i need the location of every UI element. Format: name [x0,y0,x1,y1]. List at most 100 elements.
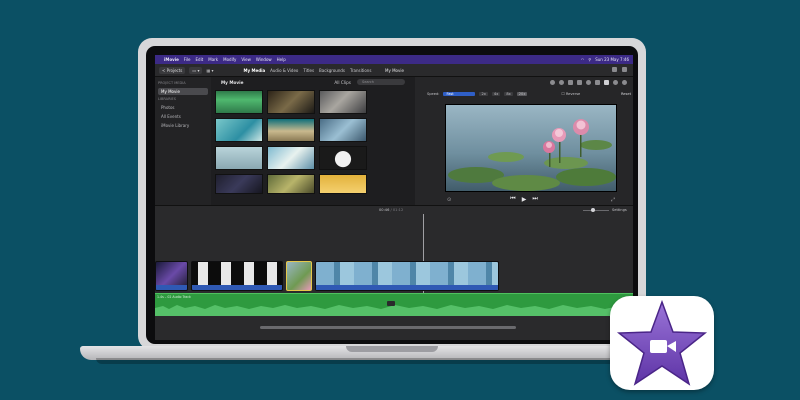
menubar-datetime[interactable]: Sun 23 May 7:46 [595,57,629,62]
search-input[interactable]: Search [357,79,405,85]
media-thumbnail[interactable] [319,90,367,114]
menu-edit[interactable]: Edit [196,57,204,62]
laptop-notch [346,346,438,352]
media-thumbnail[interactable] [319,118,367,142]
toolbar: < Projects ▭ ▾ ▦ ▾ My Media Audio & Vide… [155,64,633,77]
playback-controls: ⏮ ▶ ⏭ [415,194,633,204]
laptop-screen: iMovie File Edit Mark Modify View Window… [155,55,633,340]
audio-clip-icon[interactable] [387,301,395,306]
media-thumbnail[interactable] [267,146,315,170]
info-icon[interactable] [622,79,627,85]
timeline-clip[interactable] [315,261,499,291]
speed-option-20x[interactable]: 20x [516,91,528,96]
noise-reduction-icon[interactable] [595,79,600,85]
skip-back-icon[interactable]: ⏮ [510,195,515,203]
tab-audio-video[interactable]: Audio & Video [270,68,298,73]
zoom-slider[interactable] [583,210,609,211]
laptop-shadow [96,358,686,364]
reverse-label: Reverse [565,91,581,96]
wifi-icon[interactable]: ◠ [581,57,585,62]
media-thumbnail[interactable] [215,174,263,194]
timeline-clip-selected[interactable] [286,261,312,291]
media-thumbnail[interactable] [215,118,263,142]
browser-header: My Movie All Clips Search [211,77,415,87]
volume-icon[interactable] [586,79,591,85]
clip-audio-strip [156,285,187,290]
filter-icon[interactable] [613,79,618,85]
sidebar-item-photos[interactable]: Photos [158,104,208,111]
share-icon[interactable] [612,67,617,72]
speed-option-4x[interactable]: 4x [491,91,501,96]
browser-title: My Movie [221,79,244,85]
sidebar-item-imovie-library[interactable]: iMovie Library [158,122,208,129]
clips-filter-dropdown[interactable]: All Clips [334,80,351,85]
tab-titles[interactable]: Titles [303,68,314,73]
menu-mark[interactable]: Mark [208,57,218,62]
zoom-slider-knob[interactable] [591,208,595,212]
imovie-app-icon [610,296,714,390]
speed-controls: Speed: Fast 2x 4x 8x 20x ☐ Reverse Reset [427,90,631,97]
import-button[interactable]: ▭ ▾ [189,66,203,74]
viewer-panel: Speed: Fast 2x 4x 8x 20x ☐ Reverse Reset [415,77,633,205]
sidebar-item-my-movie[interactable]: My Movie [158,88,208,95]
tab-backgrounds[interactable]: Backgrounds [319,68,345,73]
window-title: My Movie [385,68,404,73]
total-time: / 01:12 [390,208,404,212]
speed-icon[interactable] [604,79,609,85]
media-tabs: My Media Audio & Video Titles Background… [244,68,372,73]
tab-my-media[interactable]: My Media [244,68,266,73]
timeline: 00:46 / 01:12 Settings 1.4s – 02 Audio T… [155,205,633,340]
search-icon[interactable]: ⚲ [588,57,591,62]
current-time: 00:46 [379,208,390,212]
menu-app-name[interactable]: iMovie [164,57,179,62]
expand-icon[interactable]: ⤢ [611,197,615,203]
timeline-header: 00:46 / 01:12 Settings [155,206,633,214]
media-thumbnail[interactable] [267,118,315,142]
timeline-settings-button[interactable]: Settings [612,208,627,212]
libraries-sidebar: PROJECT MEDIA My Movie LIBRARIES Photos … [155,77,211,205]
fullscreen-icon[interactable] [622,67,627,72]
speed-label: Speed: [427,91,440,96]
media-thumbnail[interactable] [215,146,263,170]
speed-option-8x[interactable]: 8x [504,91,513,96]
menu-help[interactable]: Help [277,57,286,62]
speed-option-2x[interactable]: 2x [479,91,488,96]
color-correction-icon[interactable] [559,79,564,85]
menu-window[interactable]: Window [256,57,272,62]
audio-track[interactable]: 1.4s – 02 Audio Track [155,293,633,316]
timeline-clip[interactable] [191,261,283,291]
tab-transitions[interactable]: Transitions [350,68,371,73]
clip-audio-strip [316,285,498,290]
water-lily-frame [446,105,616,191]
menu-bar: iMovie File Edit Mark Modify View Window… [155,55,633,64]
media-thumbnail[interactable] [215,90,263,114]
video-preview[interactable] [445,104,617,192]
menu-file[interactable]: File [184,57,191,62]
media-browser: My Movie All Clips Search [211,77,415,205]
play-icon[interactable]: ▶ [522,196,527,203]
adjustments-bar [415,77,633,87]
star-icon [616,299,708,386]
reset-button[interactable]: Reset [621,92,631,96]
project-media-heading: PROJECT MEDIA [158,81,186,85]
libraries-heading: LIBRARIES [158,97,176,101]
stabilization-icon[interactable] [577,79,582,85]
sidebar-item-all-events[interactable]: All Events [158,113,208,120]
timeline-scrollbar[interactable] [260,326,516,329]
crop-icon[interactable] [568,79,573,85]
clip-audio-strip [192,285,282,290]
reverse-checkbox[interactable]: ☐ Reverse [561,92,580,96]
speed-select[interactable]: Fast [443,91,476,96]
media-thumbnail[interactable] [267,90,315,114]
media-browser-toggle[interactable]: ▦ ▾ [206,68,213,73]
timeline-clip[interactable] [155,261,188,291]
menu-view[interactable]: View [241,57,251,62]
media-thumbnail[interactable] [319,146,367,170]
media-thumbnail[interactable] [319,174,367,194]
projects-button[interactable]: < Projects [159,66,186,74]
time-readout: 00:46 / 01:12 [379,208,403,212]
skip-forward-icon[interactable]: ⏭ [532,195,537,203]
menu-modify[interactable]: Modify [223,57,236,62]
color-balance-icon[interactable] [550,79,555,85]
media-thumbnail[interactable] [267,174,315,194]
